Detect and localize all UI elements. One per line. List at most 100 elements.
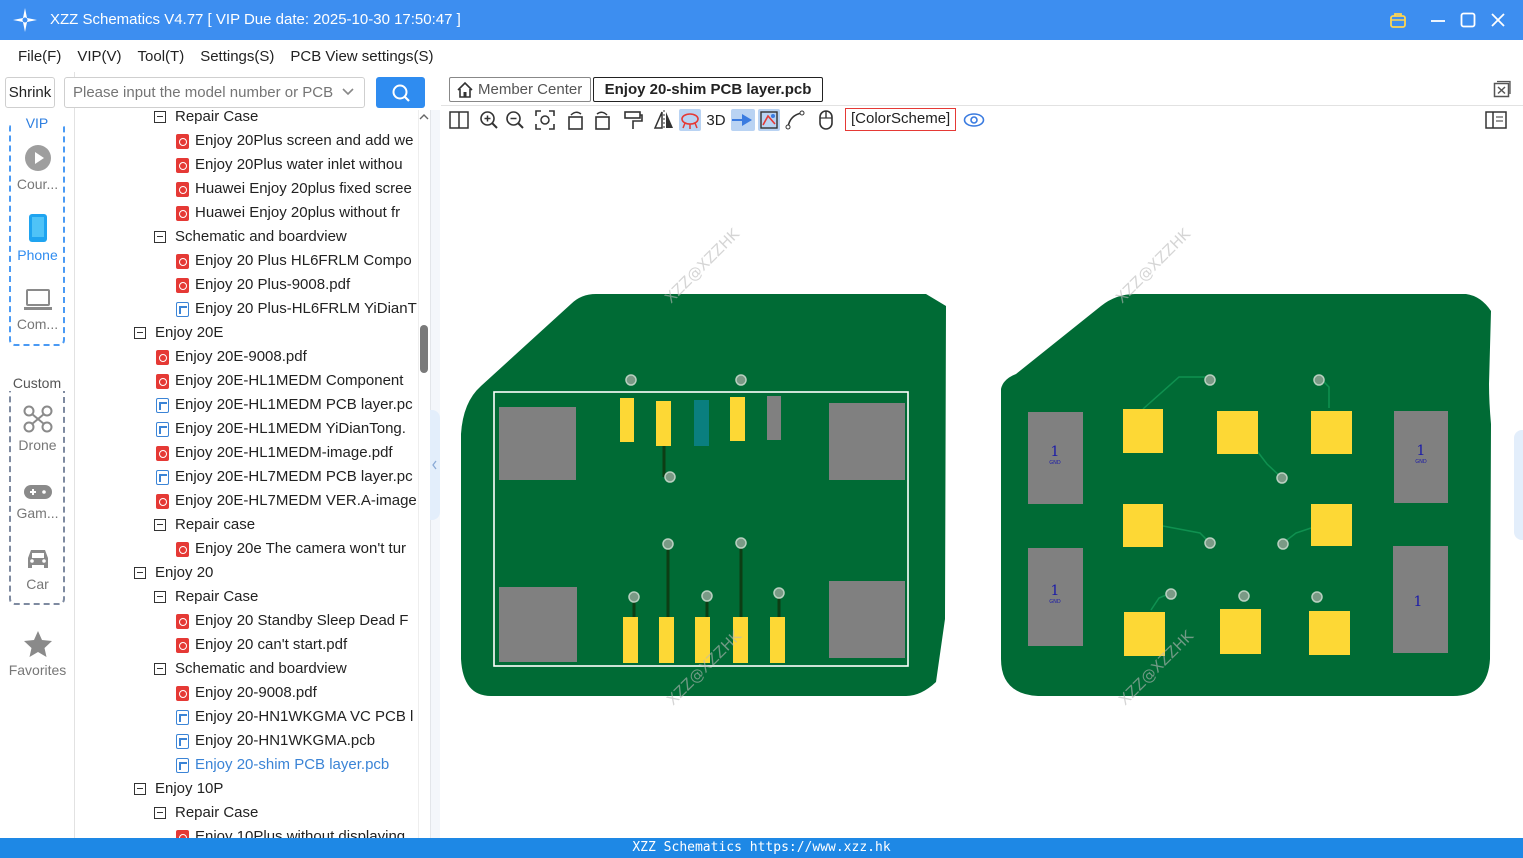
tree-folder-node[interactable]: Enjoy 20E [76,321,418,345]
gray-pad[interactable] [499,587,577,662]
chevron-down-icon[interactable] [341,85,355,99]
mouse-icon[interactable] [815,109,837,131]
pcb-board-bottom[interactable]: 1 1 1 1 GND GND GND [1001,294,1491,696]
tree-file-item[interactable]: Enjoy 20E-HL1MEDM-image.pdf [76,441,418,465]
tree-file-item[interactable]: Huawei Enjoy 20plus without fr [76,201,418,225]
pcb-board-top[interactable] [461,294,946,696]
rail-item-car[interactable]: Car [0,546,75,592]
tab-active-file[interactable]: Enjoy 20-shim PCB layer.pcb [593,77,823,102]
rail-item-games[interactable]: Gam... [0,483,75,521]
close-tabs-icon[interactable] [1493,80,1511,98]
rail-item-courses[interactable]: Cour... [0,144,75,192]
maximize-button[interactable] [1456,8,1480,32]
pcb-drawing[interactable]: 1 1 1 1 GND GND GND XZZ@XZZHK XZZ@XZZHK … [441,134,1523,838]
yellow-pad[interactable] [730,397,745,441]
tree-file-item[interactable]: Enjoy 20-HN1WKGMA VC PCB l [76,705,418,729]
tree-file-item[interactable]: Enjoy 20 Plus HL6FRLM Compo [76,249,418,273]
collapse-toggle-icon[interactable] [134,783,146,795]
collapse-toggle-icon[interactable] [154,519,166,531]
gray-pad[interactable] [767,396,781,440]
tree-file-item[interactable]: Huawei Enjoy 20plus fixed scree [76,177,418,201]
tree-file-item[interactable]: Enjoy 20-9008.pdf [76,681,418,705]
teal-pad[interactable] [694,400,709,446]
tree-file-item[interactable]: Enjoy 20E-HL1MEDM PCB layer.pc [76,393,418,417]
tree-folder-node[interactable]: Enjoy 20 [76,561,418,585]
mirror-icon[interactable] [653,109,675,131]
tree-folder-node[interactable]: Repair Case [76,801,418,825]
minimize-button[interactable] [1426,8,1450,32]
tree-file-item[interactable]: Enjoy 20-shim PCB layer.pcb [76,753,418,777]
yellow-pad[interactable] [1123,504,1163,547]
yellow-pad[interactable] [656,401,671,446]
highlight-net-icon[interactable] [679,109,701,131]
gray-pad[interactable] [499,407,576,480]
tree-folder-node[interactable]: Schematic and boardview [76,657,418,681]
tree-file-item[interactable]: Enjoy 20E-HL1MEDM Component [76,369,418,393]
yellow-pad[interactable] [770,617,785,663]
tree-scrollbar[interactable] [418,110,430,838]
yellow-pad[interactable] [1124,612,1165,656]
menu-file[interactable]: File(F) [10,48,69,65]
tree-folder-node[interactable]: Repair Case [76,110,418,129]
tree-folder-node[interactable]: Schematic and boardview [76,225,418,249]
tree-file-item[interactable]: Enjoy 20Plus water inlet withou [76,153,418,177]
color-scheme-button[interactable]: [ColorScheme] [845,108,957,131]
collapse-toggle-icon[interactable] [154,591,166,603]
collapse-toggle-icon[interactable] [154,231,166,243]
yellow-pad[interactable] [1311,504,1352,546]
tree-file-item[interactable]: Enjoy 20E-9008.pdf [76,345,418,369]
collapse-toggle-icon[interactable] [154,663,166,675]
tree-folder-node[interactable]: Enjoy 10P [76,777,418,801]
paint-brush-icon[interactable] [622,109,644,131]
scroll-up-icon[interactable] [419,112,429,122]
menu-vip[interactable]: VIP(V) [69,48,129,65]
collapse-panel-handle[interactable] [430,410,440,520]
curve-tool-icon[interactable] [784,109,806,131]
rotate-right-icon[interactable] [591,109,613,131]
tree-file-item[interactable]: Enjoy 20 can't start.pdf [76,633,418,657]
search-button[interactable] [376,77,425,108]
tree-file-item[interactable]: Enjoy 20e The camera won't tur [76,537,418,561]
collapse-toggle-icon[interactable] [134,567,146,579]
visibility-eye-icon[interactable] [961,109,987,131]
tree-file-item[interactable]: Enjoy 20Plus screen and add we [76,129,418,153]
tree-file-item[interactable]: Enjoy 10Plus without displaying [76,825,418,838]
tree-file-item[interactable]: Enjoy 20 Plus-HL6FRLM YiDianT [76,297,418,321]
menu-settings[interactable]: Settings(S) [192,48,282,65]
collapse-toggle-icon[interactable] [154,111,166,123]
rail-item-favorites[interactable]: Favorites [0,630,75,678]
gray-pad[interactable] [829,403,905,480]
yellow-pad[interactable] [1220,609,1261,654]
tree-file-item[interactable]: Enjoy 20 Standby Sleep Dead F [76,609,418,633]
yellow-pad[interactable] [620,398,634,442]
yellow-pad[interactable] [1123,409,1163,453]
search-input[interactable] [64,77,365,108]
tree-file-item[interactable]: Enjoy 20E-HL7MEDM PCB layer.pc [76,465,418,489]
tab-member-center[interactable]: Member Center [449,77,592,102]
fit-view-icon[interactable] [534,109,556,131]
tree-folder-node[interactable]: Repair case [76,513,418,537]
menu-tool[interactable]: Tool(T) [130,48,193,65]
view-3d-button[interactable]: 3D [703,109,729,131]
collapse-toggle-icon[interactable] [154,807,166,819]
yellow-pad[interactable] [1311,411,1352,454]
tree-file-item[interactable]: Enjoy 20-HN1WKGMA.pcb [76,729,418,753]
rail-item-phone[interactable]: Phone [0,213,75,263]
rail-item-drone[interactable]: Drone [0,405,75,453]
yellow-pad[interactable] [1309,611,1350,655]
right-panel-handle[interactable] [1514,430,1523,540]
rail-item-computer[interactable]: Com... [0,288,75,332]
close-button[interactable] [1486,8,1510,32]
tree-folder-node[interactable]: Repair Case [76,585,418,609]
route-trace-icon[interactable] [731,109,755,131]
yellow-pad[interactable] [623,617,638,663]
tree-file-item[interactable]: Enjoy 20E-HL7MEDM VER.A-image [76,489,418,513]
rotate-left-icon[interactable] [565,109,587,131]
yellow-pad[interactable] [659,617,674,663]
zoom-out-icon[interactable] [504,109,526,131]
tree-scroll-thumb[interactable] [420,325,428,373]
vip-bag-icon[interactable] [1386,8,1410,32]
shrink-button[interactable]: Shrink [5,77,55,108]
tree-file-item[interactable]: Enjoy 20 Plus-9008.pdf [76,273,418,297]
gray-pad[interactable] [829,581,905,658]
